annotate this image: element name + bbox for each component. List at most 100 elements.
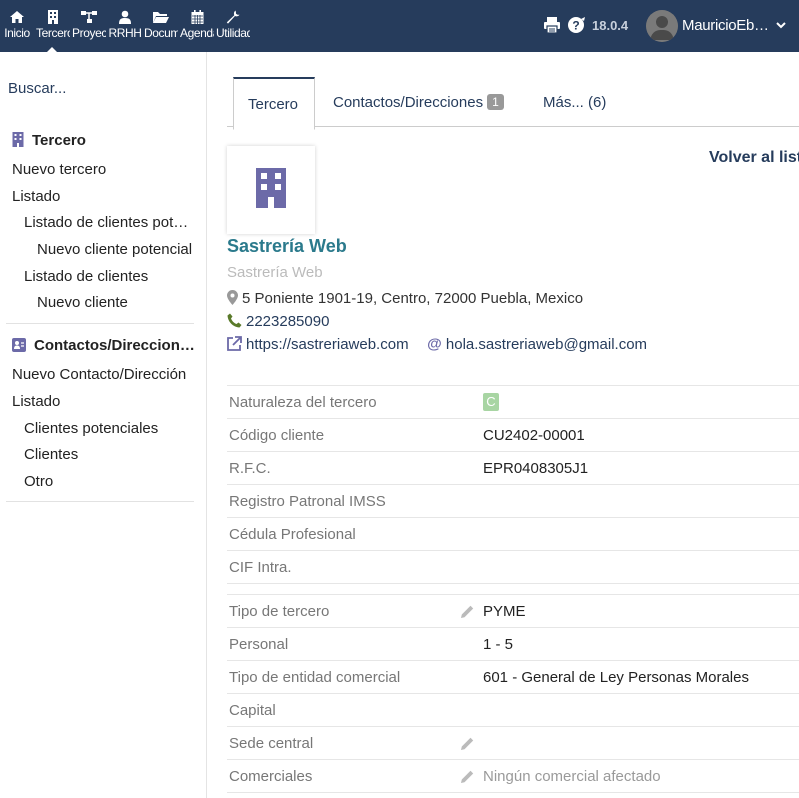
- field-label: Cédula Profesional: [229, 526, 356, 543]
- sidebar-item-nuevo-tercero[interactable]: Nuevo tercero: [12, 161, 106, 178]
- sidebar-item-clientes-potenciales[interactable]: Clientes potenciales: [24, 420, 158, 437]
- sidebar-item-listado-clientes-potenciales[interactable]: Listado de clientes pote…: [24, 214, 194, 231]
- user-tie-icon: [108, 10, 142, 28]
- sidebar-section-tercero[interactable]: Tercero: [12, 132, 86, 149]
- field-label: R.F.C.: [229, 460, 271, 477]
- company-logo: [227, 146, 315, 234]
- nav-utilidades[interactable]: Utilidades: [216, 10, 250, 46]
- nav-label: Proyectos: [72, 27, 106, 40]
- nav-label: Terceros: [36, 27, 70, 40]
- field-label: Registro Patronal IMSS: [229, 493, 386, 510]
- tab-label: Tercero: [248, 96, 299, 113]
- pencil-icon[interactable]: [460, 736, 475, 756]
- table-row: Cédula Profesional: [227, 518, 799, 551]
- fields-table-identity: Naturaleza del tercero C Código cliente …: [227, 385, 799, 584]
- building-icon: [256, 168, 286, 208]
- field-label: Sede central: [229, 735, 314, 752]
- tab-mas[interactable]: Más... (6): [529, 77, 609, 127]
- wrench-icon: [216, 10, 250, 28]
- home-icon: [0, 10, 34, 28]
- sidebar-item-listado-clientes[interactable]: Listado de clientes: [24, 268, 148, 285]
- back-to-list-link[interactable]: Volver al listado: [709, 149, 799, 167]
- count-badge: 1: [487, 94, 504, 110]
- field-label: Naturaleza del tercero: [229, 394, 377, 411]
- table-row: Tipo de tercero PYME: [227, 595, 799, 628]
- nav-proyectos[interactable]: Proyectos: [72, 10, 106, 46]
- folder-open-icon: [144, 10, 178, 28]
- nav-label: Documentos: [144, 27, 178, 40]
- address-card-icon: [12, 337, 34, 354]
- help-icon[interactable]: ?: [567, 16, 587, 39]
- nav-agenda[interactable]: Agenda: [180, 10, 214, 46]
- tab-label: Contactos/Direcciones: [333, 94, 484, 111]
- table-row: Personal 1 - 5: [227, 628, 799, 661]
- nav-label: RRHH: [108, 27, 142, 40]
- sidebar-item-listado[interactable]: Listado: [12, 188, 60, 205]
- section-title: Tercero: [32, 132, 86, 149]
- search-input[interactable]: Buscar...: [8, 80, 66, 97]
- company-alias: Sastrería Web: [227, 264, 323, 281]
- sidebar-section-contactos[interactable]: Contactos/Direccion…: [12, 337, 196, 354]
- field-label: Capital: [229, 702, 276, 719]
- company-web-email: https://sastreriaweb.com @ hola.sastreria…: [227, 336, 647, 353]
- svg-text:@: @: [427, 336, 442, 351]
- pencil-icon[interactable]: [460, 604, 475, 624]
- table-row: Comerciales Ningún comercial afectado: [227, 760, 799, 793]
- nav-rrhh[interactable]: RRHH: [108, 10, 142, 46]
- nav-label: Inicio: [4, 27, 30, 40]
- field-value: C: [483, 393, 499, 411]
- main-content: Tercero Contactos/Direcciones 1 Más... (6…: [207, 52, 799, 798]
- section-title: Contactos/Direccion…: [34, 337, 195, 354]
- field-label: Comerciales: [229, 768, 313, 785]
- table-row: Naturaleza del tercero C: [227, 386, 799, 419]
- sidebar-item-nuevo-cliente[interactable]: Nuevo cliente: [37, 294, 128, 311]
- nav-label: Utilidades: [216, 27, 250, 40]
- field-label: Tipo de entidad comercial: [229, 669, 401, 686]
- phone-icon: [227, 313, 246, 330]
- nav-label: Agenda: [180, 27, 214, 40]
- table-row: Sede central: [227, 727, 799, 760]
- username: MauricioEb…: [682, 17, 769, 34]
- email-link[interactable]: hola.sastreriaweb@gmail.com: [446, 336, 647, 353]
- sidebar-item-listado-contactos[interactable]: Listado: [12, 393, 60, 410]
- company-address: 5 Poniente 1901-19, Centro, 72000 Puebla…: [227, 290, 583, 307]
- nav-terceros[interactable]: Terceros: [36, 10, 70, 52]
- tab-tercero[interactable]: Tercero: [233, 77, 315, 130]
- sidebar-item-clientes[interactable]: Clientes: [24, 446, 78, 463]
- table-row: R.F.C. EPR0408305J1: [227, 452, 799, 485]
- field-value: PYME: [483, 603, 526, 620]
- printer-icon[interactable]: [543, 16, 561, 39]
- at-icon: @: [427, 336, 446, 353]
- user-menu[interactable]: MauricioEb…: [646, 10, 796, 42]
- tab-contactos[interactable]: Contactos/Direcciones 1: [319, 77, 509, 127]
- external-link-icon: [227, 336, 246, 353]
- version-label: 18.0.4: [592, 18, 629, 33]
- sidebar: Buscar... Tercero Nuevo tercero Listado …: [0, 52, 207, 798]
- divider: [6, 323, 194, 324]
- sidebar-item-otro[interactable]: Otro: [24, 473, 53, 490]
- table-row: Código cliente CU2402-00001: [227, 419, 799, 452]
- nav-inicio[interactable]: Inicio: [0, 10, 34, 46]
- field-value: EPR0408305J1: [483, 460, 589, 477]
- website-link[interactable]: https://sastreriaweb.com: [246, 336, 409, 353]
- field-value: Ningún comercial afectado: [483, 768, 661, 785]
- sidebar-item-nuevo-contacto[interactable]: Nuevo Contacto/Dirección: [12, 366, 186, 383]
- field-value: 1 - 5: [483, 636, 514, 653]
- sidebar-item-nuevo-cliente-potencial[interactable]: Nuevo cliente potencial: [37, 241, 192, 258]
- avatar: [646, 10, 678, 42]
- building-icon: [36, 10, 70, 28]
- company-name: Sastrería Web: [227, 236, 347, 256]
- pencil-icon[interactable]: [460, 769, 475, 789]
- top-navbar: Inicio Terceros Proyectos RRHH Documento…: [0, 0, 799, 52]
- field-label: Tipo de tercero: [229, 603, 330, 620]
- map-marker-icon: [227, 290, 242, 307]
- table-row: Registro Patronal IMSS: [227, 485, 799, 518]
- field-value: 601 - General de Ley Personas Morales: [483, 669, 749, 686]
- field-value: CU2402-00001: [483, 427, 585, 444]
- nav-documentos[interactable]: Documentos: [144, 10, 178, 46]
- company-phone: 2223285090: [227, 313, 329, 330]
- address-text: 5 Poniente 1901-19, Centro, 72000 Puebla…: [242, 290, 584, 307]
- field-label: CIF Intra.: [229, 559, 292, 576]
- phone-link[interactable]: 2223285090: [246, 313, 329, 330]
- tab-label: Más... (6): [543, 94, 607, 111]
